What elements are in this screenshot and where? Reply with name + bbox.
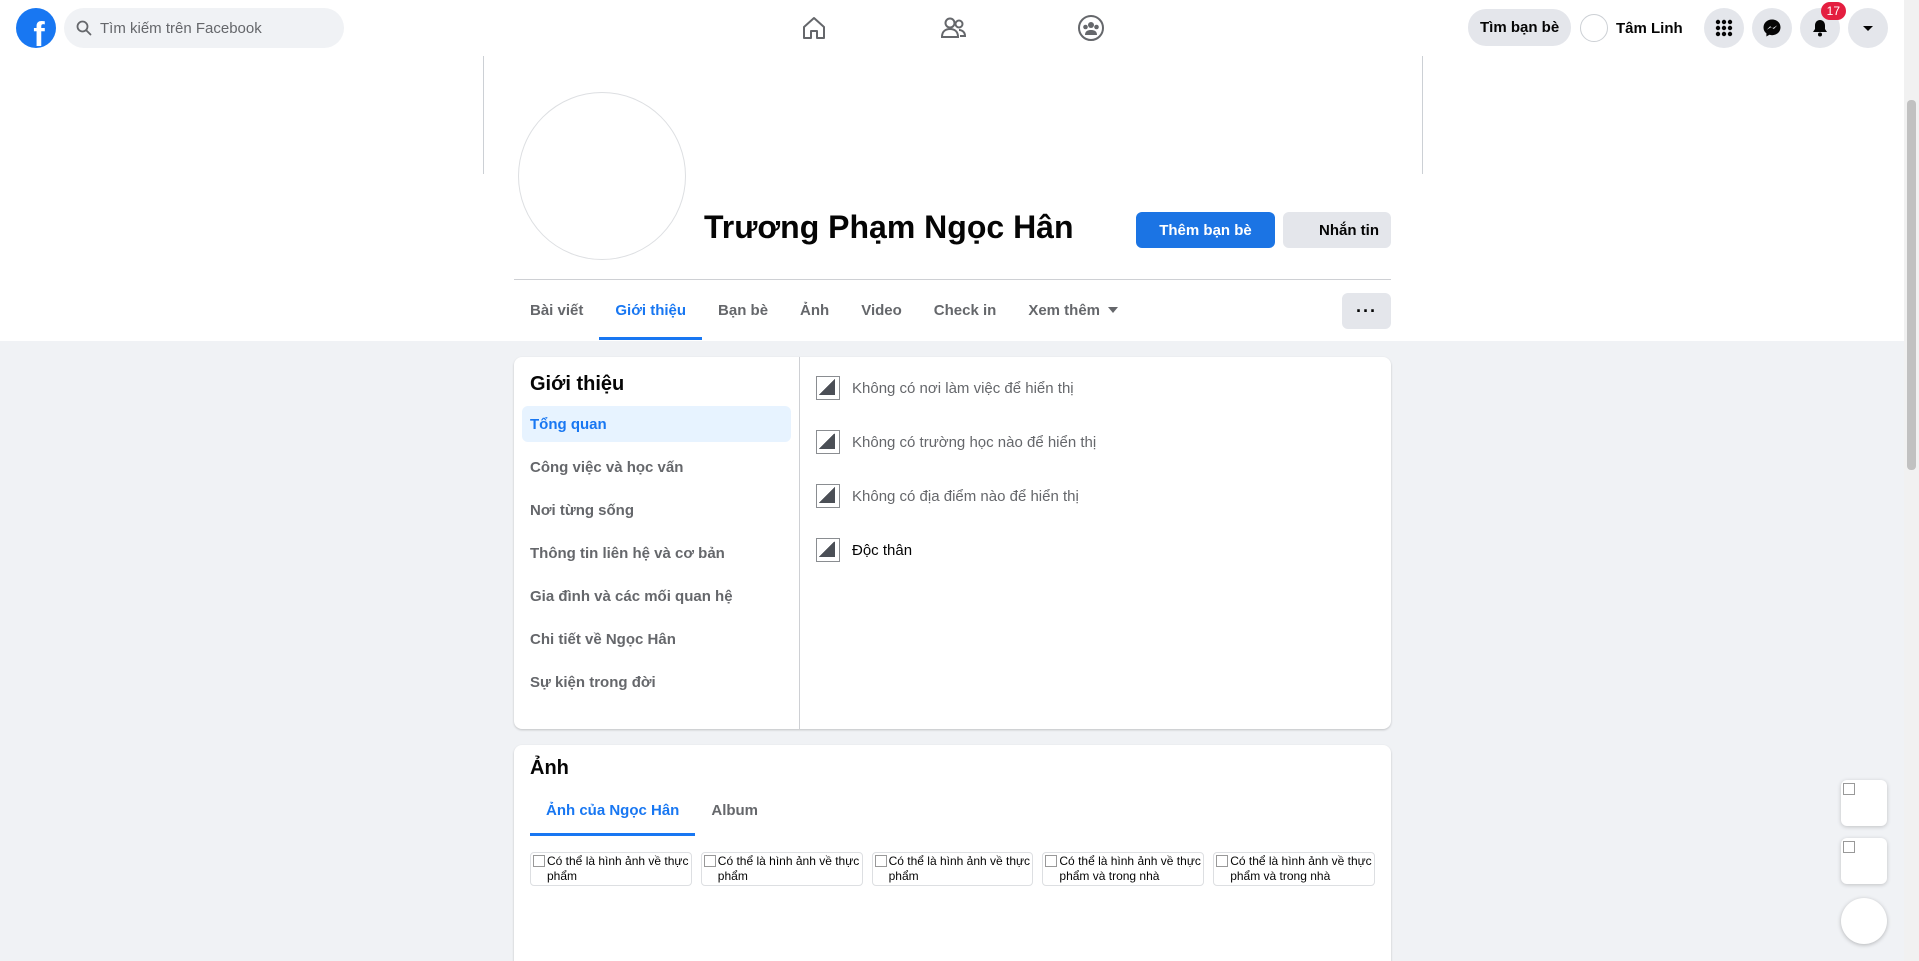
bell-icon (1813, 20, 1827, 37)
about-nav-family-relationships[interactable]: Gia đình và các mối quan hệ (522, 578, 791, 614)
about-nav-contact-basic-info[interactable]: Thông tin liên hệ và cơ bản (522, 535, 791, 571)
overview-relationship-row: Độc thân (816, 535, 1375, 565)
friends-icon[interactable] (937, 12, 969, 44)
overview-school-row: Không có trường học nào để hiển thị (816, 427, 1375, 457)
avatar (1580, 14, 1608, 42)
about-nav-work-education[interactable]: Công việc và học vấn (522, 449, 791, 485)
photo-alt-text: Có thể là hình ảnh về thực phẩm (547, 854, 689, 883)
search-icon (76, 20, 92, 36)
broken-image-icon (1843, 841, 1855, 853)
photo-alt-text: Có thể là hình ảnh về thực phẩm (717, 854, 860, 883)
tab-photos[interactable]: Ảnh (784, 280, 845, 340)
tab-albums[interactable]: Album (695, 784, 774, 836)
messenger-button[interactable] (1752, 8, 1792, 48)
scrollbar-thumb[interactable] (1907, 100, 1916, 470)
about-nav-details[interactable]: Chi tiết về Ngọc Hân (522, 621, 791, 657)
new-message-bubble[interactable] (1841, 898, 1887, 944)
broken-image-icon (533, 855, 545, 867)
broken-image-icon (874, 855, 887, 867)
more-options-button[interactable]: ··· (1342, 293, 1391, 329)
photos-card: Ảnh Ảnh của Ngọc Hân Album Có thể là hìn… (514, 745, 1391, 961)
broken-image-icon (1216, 855, 1229, 867)
about-nav-places-lived[interactable]: Nơi từng sống (522, 492, 791, 528)
about-nav-overview[interactable]: Tổng quan (522, 406, 791, 442)
overview-work-row: Không có nơi làm việc để hiển thị (816, 373, 1375, 403)
profile-header: Trương Phạm Ngọc Hân Thêm bạn bè Nhắn ti… (0, 56, 1904, 341)
user-profile-chip[interactable]: Tâm Linh (1580, 12, 1683, 44)
about-overview: Không có nơi làm việc để hiển thị Không … (800, 357, 1391, 729)
about-card: Giới thiệu Tổng quan Công việc và học vấ… (514, 357, 1391, 729)
top-navigation-bar: f Tìm bạn bè Tâm Linh 17 (0, 0, 1904, 56)
tab-posts[interactable]: Bài viết (514, 280, 599, 340)
photo-thumbnail[interactable]: Có thể là hình ảnh về thực phẩm (871, 852, 1034, 886)
message-button[interactable]: Nhắn tin (1283, 212, 1391, 248)
relationship-icon (816, 538, 840, 562)
notifications-button[interactable]: 17 (1800, 2, 1846, 48)
photo-alt-text: Có thể là hình ảnh về thực phẩm và trong… (1059, 854, 1201, 883)
work-icon (816, 376, 840, 400)
broken-image-icon (1045, 855, 1058, 867)
about-title: Giới thiệu (530, 373, 625, 395)
search-box[interactable] (64, 8, 344, 48)
chat-head-bubble[interactable] (1841, 838, 1887, 884)
facebook-logo-icon[interactable]: f (16, 8, 56, 48)
menu-grid-button[interactable] (1704, 8, 1744, 48)
about-nav-life-events[interactable]: Sự kiện trong đời (522, 664, 791, 700)
home-icon[interactable] (798, 12, 830, 44)
page-scrollbar[interactable] (1904, 0, 1919, 961)
notification-count-badge: 17 (1820, 2, 1846, 20)
tab-videos[interactable]: Video (845, 280, 918, 340)
profile-picture[interactable] (518, 92, 686, 260)
photo-grid: Có thể là hình ảnh về thực phẩm Có thể l… (530, 852, 1375, 886)
broken-image-icon (1843, 783, 1855, 795)
tab-friends[interactable]: Bạn bè (702, 280, 784, 340)
find-friends-button[interactable]: Tìm bạn bè (1468, 9, 1572, 46)
tab-photos-of-user[interactable]: Ảnh của Ngọc Hân (530, 784, 696, 836)
school-icon (816, 430, 840, 454)
overview-location-row: Không có địa điểm nào để hiển thị (816, 481, 1375, 511)
groups-icon[interactable] (1075, 12, 1107, 44)
tab-about[interactable]: Giới thiệu (599, 280, 702, 340)
overview-work-text: Không có nơi làm việc để hiển thị (852, 379, 1074, 397)
overview-relationship-text: Độc thân (852, 541, 913, 559)
profile-tabs: Bài viết Giới thiệu Bạn bè Ảnh Video Che… (514, 280, 1134, 340)
chevron-down-icon (1863, 26, 1873, 31)
tab-check-ins[interactable]: Check in (918, 280, 1013, 340)
grid-icon (1715, 19, 1733, 37)
overview-location-text: Không có địa điểm nào để hiển thị (852, 487, 1079, 505)
photo-alt-text: Có thể là hình ảnh về thực phẩm (888, 854, 1031, 883)
photo-thumbnail[interactable]: Có thể là hình ảnh về thực phẩm (530, 852, 692, 886)
account-menu-button[interactable] (1848, 8, 1888, 48)
chat-head-bubble[interactable] (1841, 780, 1887, 826)
tab-see-more[interactable]: Xem thêm (1012, 280, 1134, 340)
photo-thumbnail[interactable]: Có thể là hình ảnh về thực phẩm (700, 852, 863, 886)
messenger-icon (1763, 19, 1781, 37)
profile-name: Trương Phạm Ngọc Hân (704, 209, 1074, 245)
photo-thumbnail[interactable]: Có thể là hình ảnh về thực phẩm và trong… (1213, 852, 1375, 886)
tab-see-more-label: Xem thêm (1028, 301, 1101, 319)
photo-tabs: Ảnh của Ngọc Hân Album (530, 784, 1375, 836)
search-input[interactable] (100, 19, 320, 37)
location-icon (816, 484, 840, 508)
broken-image-icon (703, 855, 716, 867)
user-name: Tâm Linh (1616, 19, 1683, 37)
overview-school-text: Không có trường học nào để hiển thị (852, 433, 1097, 451)
caret-down-icon (1108, 307, 1119, 313)
about-navigation: Giới thiệu Tổng quan Công việc và học vấ… (514, 357, 800, 729)
photo-thumbnail[interactable]: Có thể là hình ảnh về thực phẩm và trong… (1042, 852, 1205, 886)
photo-alt-text: Có thể là hình ảnh về thực phẩm và trong… (1230, 854, 1372, 883)
photos-title[interactable]: Ảnh (530, 757, 1375, 780)
add-friend-button[interactable]: Thêm bạn bè (1136, 212, 1275, 248)
